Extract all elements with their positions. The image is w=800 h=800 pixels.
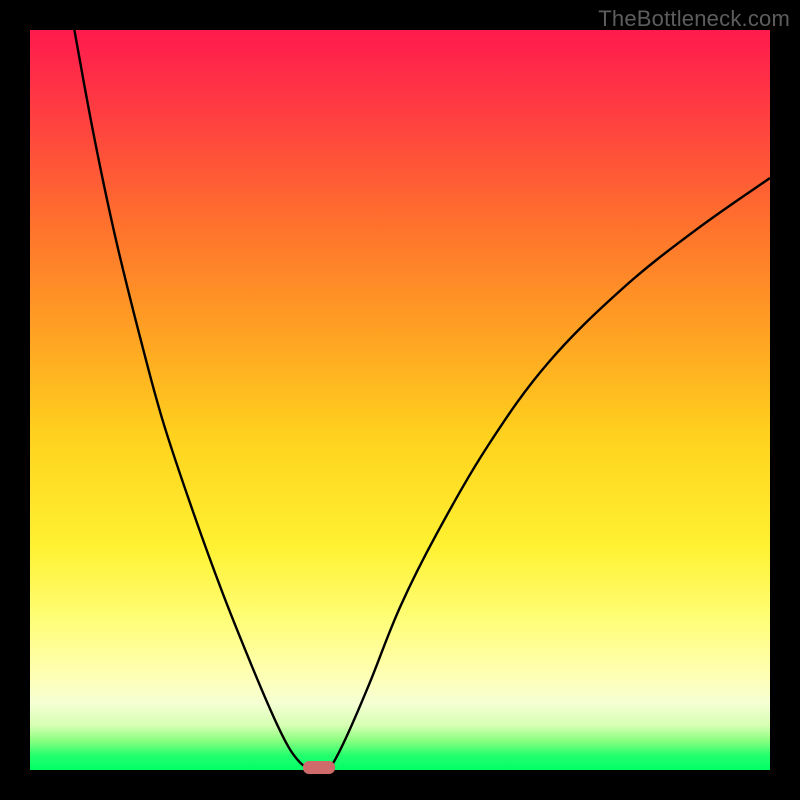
- optimal-marker: [303, 761, 335, 774]
- chart-frame: TheBottleneck.com: [0, 0, 800, 800]
- curve-left-branch: [74, 30, 311, 770]
- plot-area: [30, 30, 770, 770]
- bottleneck-curve: [30, 30, 770, 770]
- watermark-text: TheBottleneck.com: [598, 6, 790, 32]
- curve-right-branch: [326, 178, 770, 770]
